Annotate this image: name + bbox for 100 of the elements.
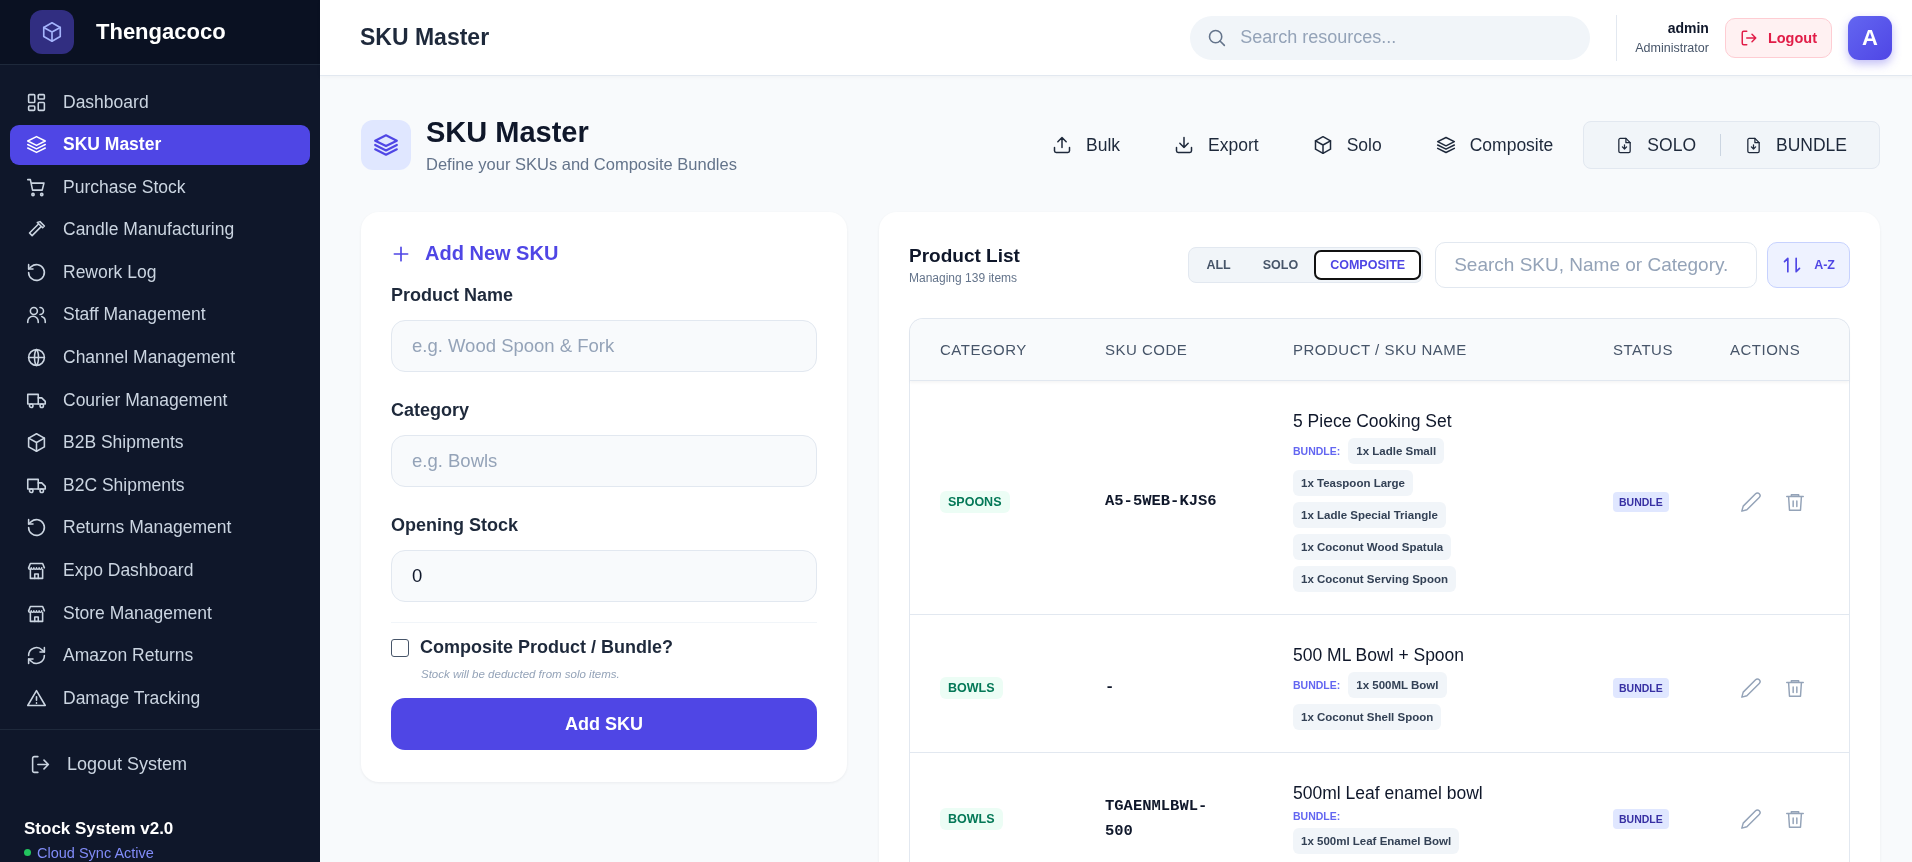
template-button[interactable]: BUNDLE [1721, 122, 1871, 168]
product-name: 500 ML Bowl + Spoon [1293, 645, 1466, 666]
box-icon [41, 21, 63, 43]
user-avatar[interactable]: A [1848, 15, 1892, 60]
list-title: Product List [909, 245, 1021, 267]
component-chip: 1x Coconut Shell Spoon [1293, 704, 1442, 730]
edit-button[interactable] [1740, 490, 1762, 513]
layers-icon [26, 134, 47, 156]
user-name: admin [1667, 20, 1709, 36]
sidebar-item[interactable]: Purchase Stock [10, 167, 310, 208]
dashboard-icon [26, 91, 47, 113]
checkbox[interactable] [391, 638, 409, 657]
sync-status: Cloud Sync Active [37, 844, 154, 861]
edit-button[interactable] [1740, 676, 1762, 699]
brand-name: Thengacoco [96, 19, 226, 45]
field-label: Product Name [391, 285, 515, 306]
sidebar-item[interactable]: Channel Management [10, 337, 310, 378]
template-button[interactable]: SOLO [1592, 122, 1720, 168]
component-chip: 1x 500ml Leaf Enamel Bowl [1293, 828, 1460, 854]
toolbar-button[interactable]: Export [1154, 122, 1279, 168]
sidebar-item[interactable]: Candle Manufacturing [10, 209, 310, 250]
edit-icon [1740, 490, 1762, 513]
logout-system-button[interactable]: Logout System [24, 743, 194, 785]
add-sku-button[interactable]: Add SKU [391, 698, 817, 750]
box-icon [26, 432, 47, 454]
column-header: SKU CODE [1105, 341, 1189, 358]
hint-text: Stock will be deducted from solo items. [421, 668, 621, 680]
bundle-label: BUNDLE: [1293, 810, 1341, 822]
toolbar-button[interactable]: Composite [1415, 122, 1574, 168]
logout-icon [1739, 28, 1758, 47]
component-chip: 1x 500ML Bowl [1348, 672, 1447, 698]
refresh-icon [26, 645, 47, 667]
file-download-icon [1616, 136, 1634, 154]
sort-button[interactable]: A-Z [1767, 242, 1850, 288]
sidebar-item[interactable]: Courier Management [10, 380, 310, 421]
column-header: CATEGORY [939, 341, 1028, 358]
page-title: SKU Master [426, 116, 590, 149]
sidebar-item[interactable]: SKU Master [10, 124, 310, 165]
status-badge: BUNDLE [1613, 491, 1669, 512]
user-role: Administrator [1635, 41, 1709, 55]
component-chip: 1x Ladle Small [1348, 438, 1445, 464]
filter-tab[interactable]: SOLO [1246, 250, 1315, 280]
form-title: Add New SKU [425, 242, 559, 265]
sidebar-item[interactable]: Damage Tracking [10, 678, 310, 719]
sidebar-item[interactable]: Store Management [10, 593, 310, 634]
edit-icon [1740, 807, 1762, 830]
category-tag: BOWLS [940, 676, 1003, 699]
edit-icon [1740, 676, 1762, 699]
input-field[interactable]: e.g. Bowls [391, 435, 817, 487]
input-field[interactable]: 0 [391, 550, 817, 602]
input-field[interactable]: e.g. Wood Spoon & Fork [391, 320, 817, 372]
checkbox-label: Composite Product / Bundle? [420, 637, 673, 658]
rotate-icon [26, 261, 47, 283]
bundle-label: BUNDLE: [1293, 679, 1341, 691]
warning-icon [26, 687, 47, 709]
search-field[interactable]: Search SKU, Name or Category. [1435, 242, 1758, 288]
status-badge: BUNDLE [1613, 677, 1669, 698]
edit-button[interactable] [1740, 807, 1762, 830]
filter-tab[interactable]: COMPOSITE [1314, 250, 1422, 280]
status-dot [24, 849, 31, 857]
list-count: Managing 139 items [909, 271, 1019, 285]
box-icon [1312, 135, 1333, 155]
field-label: Category [391, 400, 471, 421]
sku-code: TGAENMLBWL-500 [1105, 795, 1209, 842]
category-tag: SPOONS [940, 490, 1010, 513]
category-tag: BOWLS [940, 807, 1003, 830]
product-name: 500ml Leaf enamel bowl [1293, 783, 1484, 804]
logout-icon [30, 753, 51, 775]
store-icon [26, 560, 47, 582]
file-download-icon [1745, 136, 1762, 154]
toolbar-button[interactable]: Bulk [1032, 122, 1141, 168]
sidebar-item[interactable]: Staff Management [10, 294, 310, 335]
logout-button[interactable]: Logout [1724, 17, 1832, 58]
filter-tab[interactable]: ALL [1190, 250, 1247, 280]
page-subtitle: Define your SKUs and Composite Bundles [426, 155, 738, 174]
search-field[interactable]: Search resources... [1190, 15, 1591, 60]
upload-icon [1052, 135, 1073, 155]
sidebar-item[interactable]: B2B Shipments [10, 422, 310, 463]
sidebar-item[interactable]: Expo Dashboard [10, 550, 310, 591]
component-chip: 1x Coconut Serving Spoon [1293, 566, 1456, 592]
column-header: ACTIONS [1730, 341, 1802, 358]
sku-code: A5-5WEB-KJS6 [1105, 491, 1218, 513]
cart-icon [26, 176, 47, 198]
sort-icon [1782, 255, 1803, 275]
column-header: STATUS [1613, 341, 1674, 358]
sidebar-item[interactable]: Rework Log [10, 252, 310, 293]
version-label: Stock System v2.0 [24, 818, 175, 839]
sidebar-item[interactable]: Amazon Returns [10, 635, 310, 676]
users-icon [26, 304, 47, 326]
component-chip: 1x Teaspoon Large [1293, 470, 1413, 496]
field-label: Opening Stock [391, 515, 519, 536]
component-chip: 1x Ladle Special Triangle [1293, 502, 1446, 528]
rotate-icon [26, 517, 47, 539]
component-chip: 1x Coconut Wood Spatula [1293, 534, 1452, 560]
layers-icon [1435, 135, 1456, 155]
product-name: 5 Piece Cooking Set [1293, 411, 1453, 432]
toolbar-button[interactable]: Solo [1292, 122, 1402, 168]
sidebar-item[interactable]: Dashboard [10, 82, 310, 122]
sidebar-item[interactable]: Returns Management [10, 507, 310, 548]
sidebar-item[interactable]: B2C Shipments [10, 465, 310, 506]
